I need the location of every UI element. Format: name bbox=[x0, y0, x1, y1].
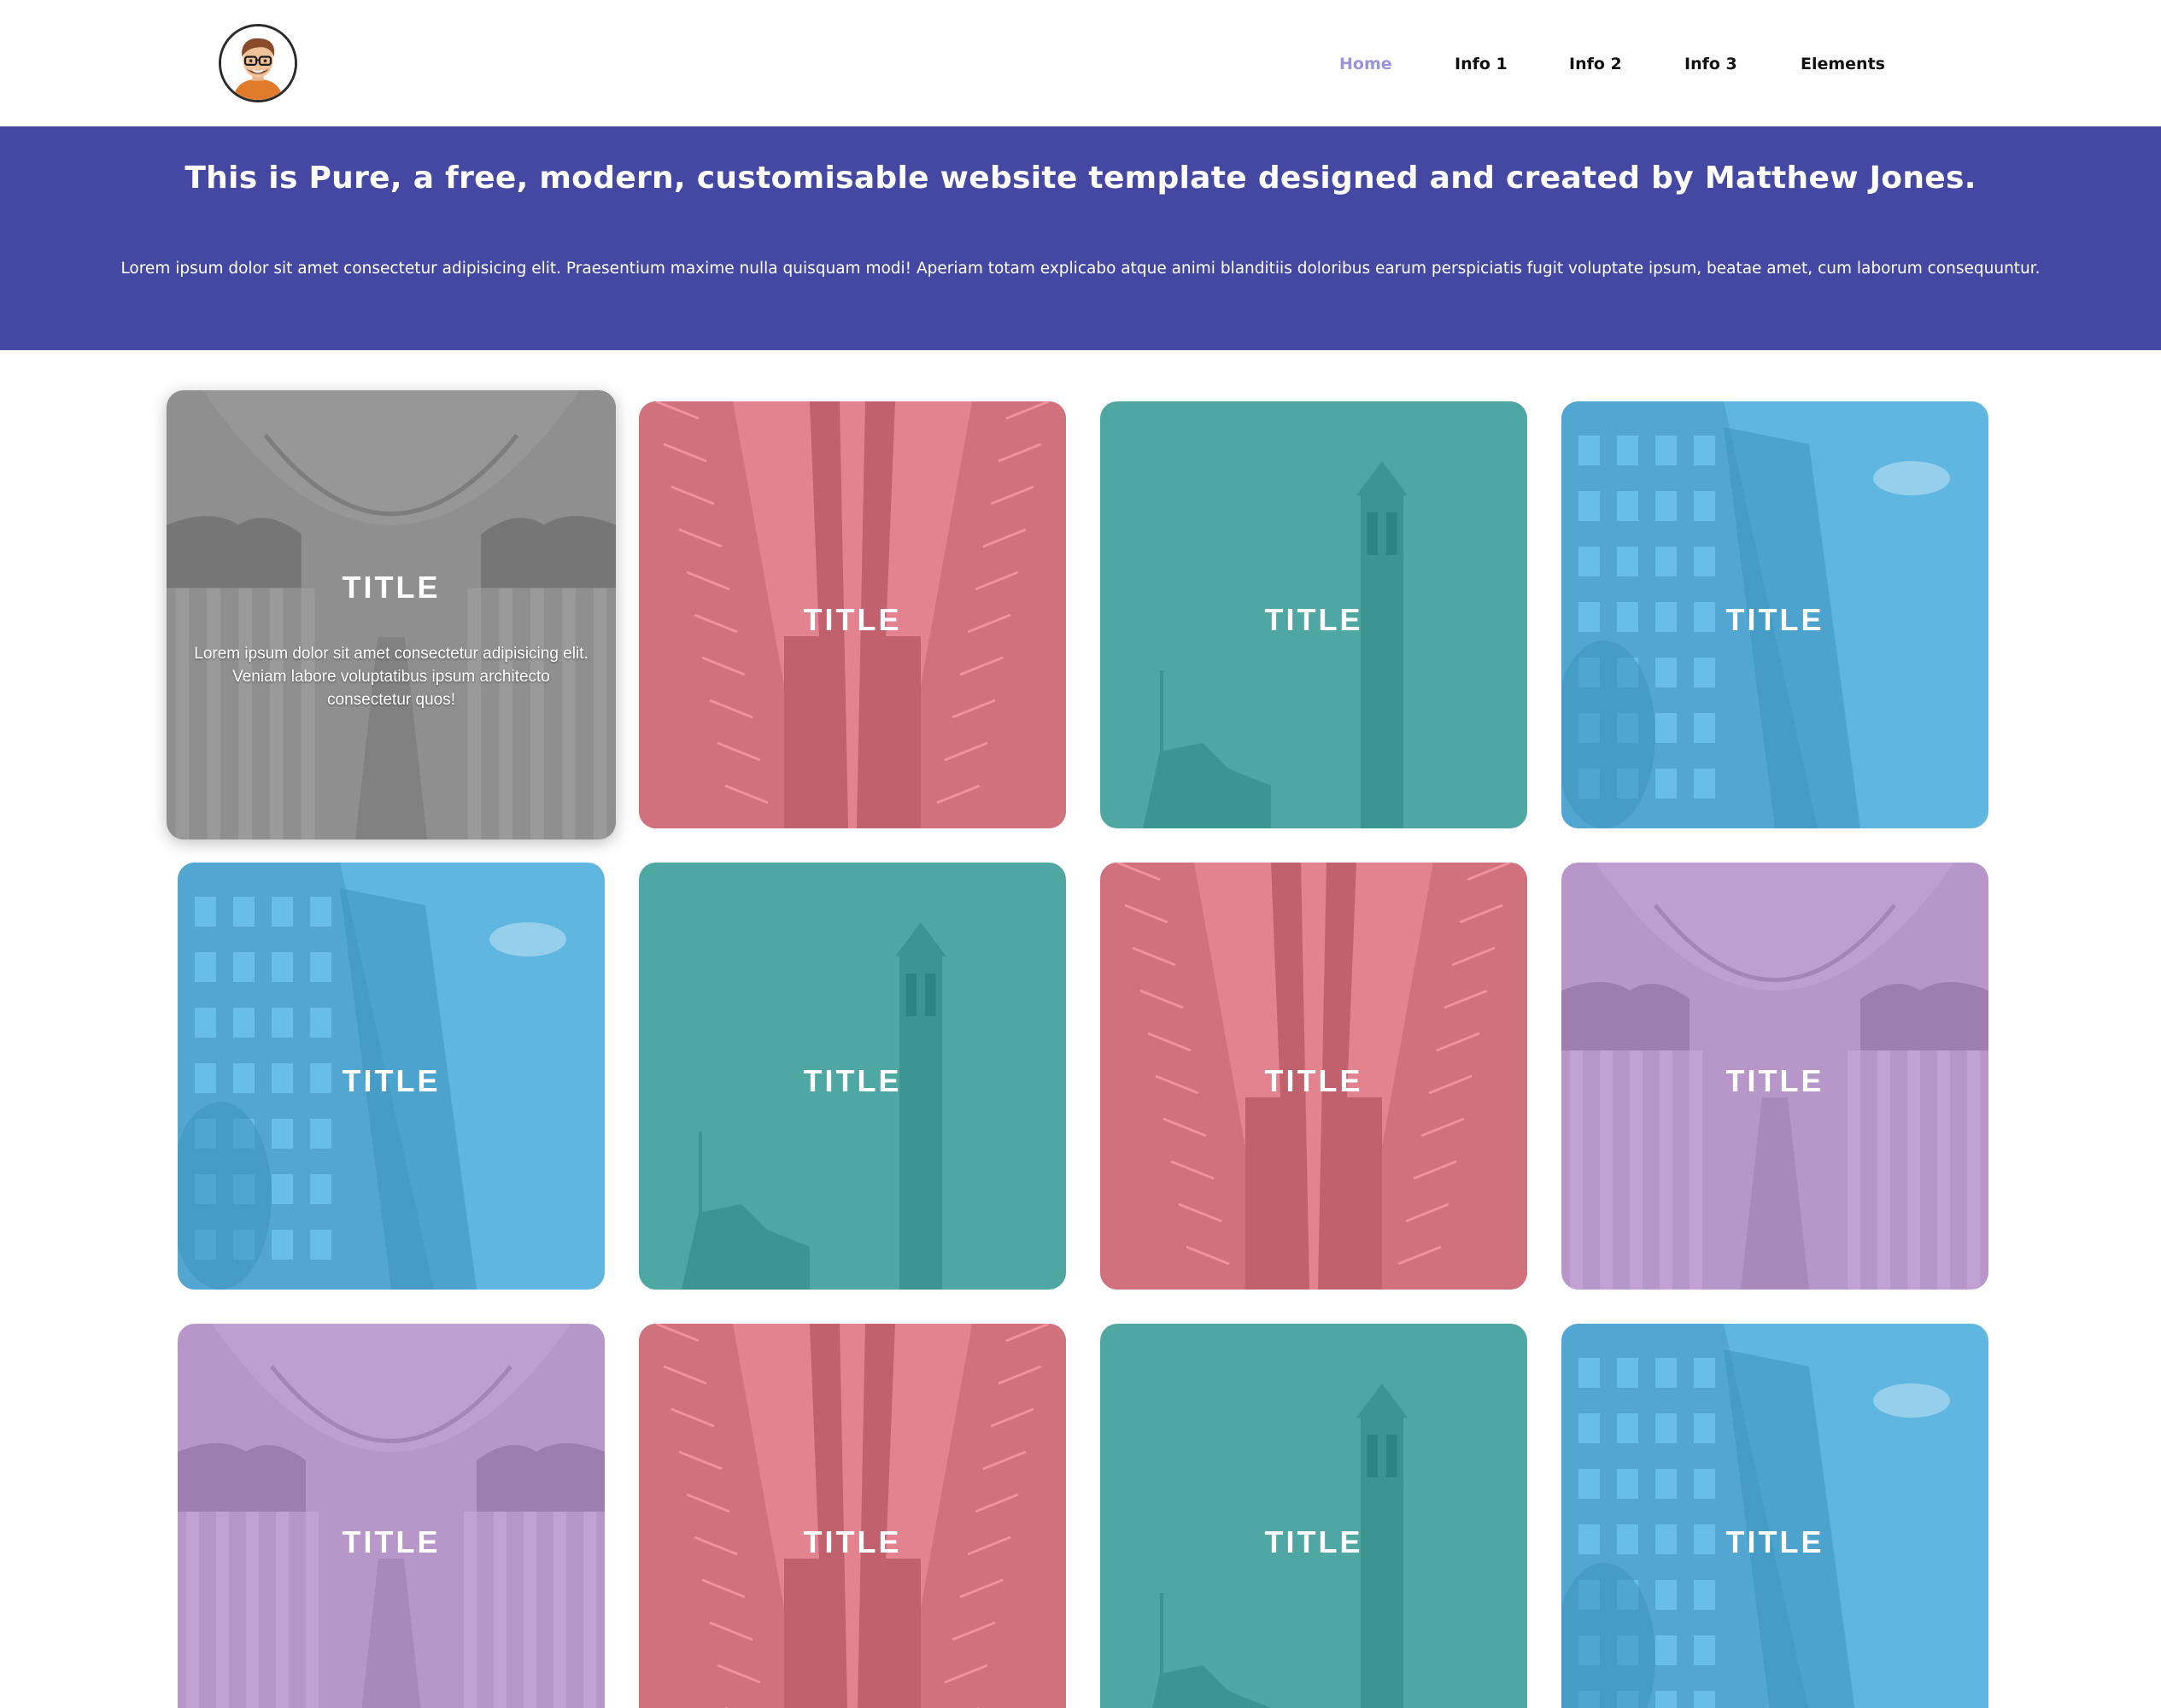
nav-info-1[interactable]: Info 1 bbox=[1455, 55, 1508, 73]
tile-title: TITLE bbox=[1264, 1524, 1363, 1559]
tile-title: TITLE bbox=[803, 1063, 902, 1098]
tile-title: TITLE bbox=[1725, 602, 1824, 637]
tile-7[interactable]: TITLE bbox=[1100, 863, 1527, 1290]
nav-elements[interactable]: Elements bbox=[1801, 55, 1885, 73]
tile-5[interactable]: TITLE bbox=[178, 863, 605, 1290]
houses-image bbox=[1561, 1324, 1988, 1708]
tile-1[interactable]: TITLE Lorem ipsum dolor sit amet consect… bbox=[167, 390, 616, 839]
tile-8[interactable]: TITLE bbox=[1561, 863, 1988, 1290]
tile-10[interactable]: TITLE bbox=[639, 1324, 1066, 1708]
hero-banner: This is Pure, a free, modern, customisab… bbox=[0, 126, 2161, 350]
mosque-image bbox=[178, 1324, 605, 1708]
main-nav: Home Info 1 Info 2 Info 3 Elements bbox=[0, 55, 2161, 80]
tile-title: TITLE bbox=[342, 1063, 441, 1098]
tile-12[interactable]: TITLE bbox=[1561, 1324, 1988, 1708]
tile-4[interactable]: TITLE bbox=[1561, 401, 1988, 828]
tile-grid: TITLE Lorem ipsum dolor sit amet consect… bbox=[0, 350, 2161, 1708]
tile-title: TITLE bbox=[803, 1524, 902, 1559]
tile-title: TITLE bbox=[803, 602, 902, 637]
nav-info-2[interactable]: Info 2 bbox=[1569, 55, 1622, 73]
mosque-image bbox=[167, 390, 616, 839]
tile-3[interactable]: TITLE bbox=[1100, 401, 1527, 828]
tile-2[interactable]: TITLE bbox=[639, 401, 1066, 828]
tile-title: TITLE bbox=[1264, 602, 1363, 637]
tile-description: Lorem ipsum dolor sit amet consectetur a… bbox=[194, 645, 589, 709]
tile-title: TITLE bbox=[1264, 1063, 1363, 1098]
tower-image bbox=[1100, 1324, 1527, 1708]
hero-text: Lorem ipsum dolor sit amet consectetur a… bbox=[120, 260, 2041, 278]
tile-9[interactable]: TITLE bbox=[178, 1324, 605, 1708]
site-header: Home Info 1 Info 2 Info 3 Elements bbox=[0, 0, 2161, 126]
tile-11[interactable]: TITLE bbox=[1100, 1324, 1527, 1708]
tile-title: TITLE bbox=[1725, 1063, 1824, 1098]
hero-title: This is Pure, a free, modern, customisab… bbox=[184, 161, 1977, 196]
nav-info-3[interactable]: Info 3 bbox=[1684, 55, 1737, 73]
tile-6[interactable]: TITLE bbox=[639, 863, 1066, 1290]
skyscraper-image bbox=[639, 1324, 1066, 1708]
tile-title: TITLE bbox=[342, 1524, 441, 1559]
nav-home[interactable]: Home bbox=[1339, 55, 1392, 73]
tile-title: TITLE bbox=[342, 570, 441, 605]
tile-title: TITLE bbox=[1725, 1524, 1824, 1559]
